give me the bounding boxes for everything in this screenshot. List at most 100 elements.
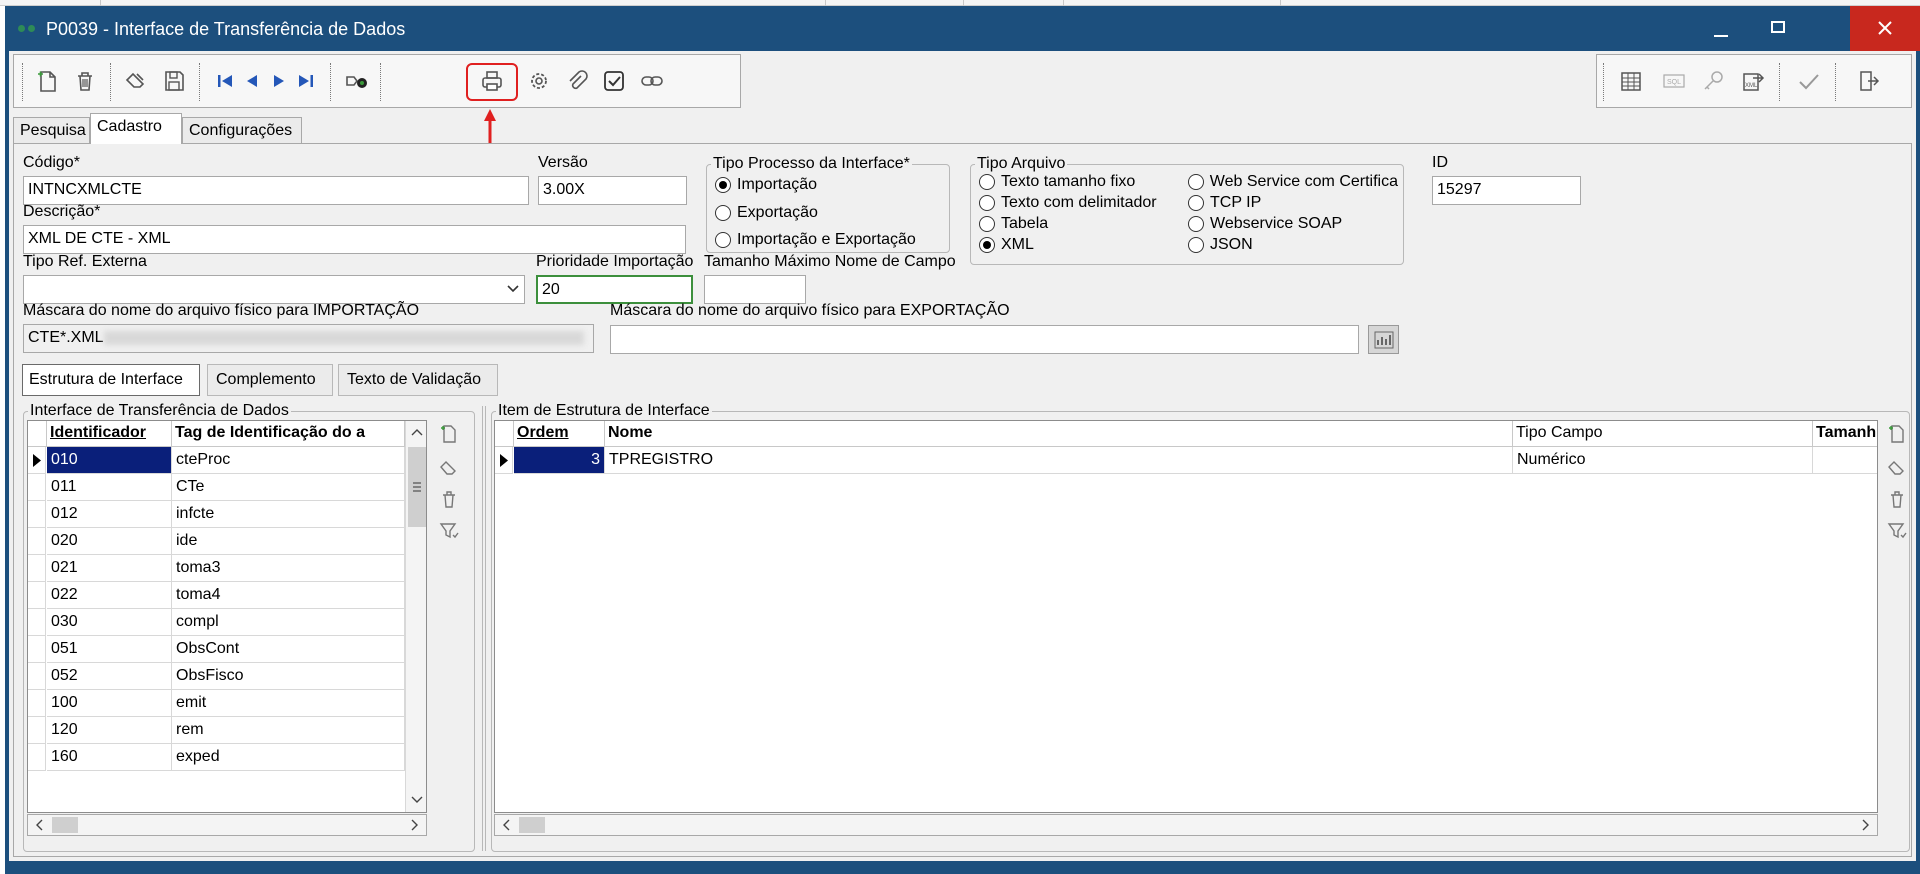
table-row[interactable]: 030 compl [28,609,405,636]
cell-tag[interactable]: emit [172,690,405,717]
col-tamanho[interactable]: Tamanh [1813,421,1877,447]
cell-tag[interactable]: ObsCont [172,636,405,663]
scroll-left-icon[interactable] [497,815,517,835]
save-button[interactable] [158,65,190,97]
cell-identificador[interactable]: 021 [47,555,172,582]
spreadsheet-button[interactable] [1615,65,1647,97]
tab-configuracoes[interactable]: Configurações [182,117,302,144]
filter-item-button[interactable] [1886,520,1908,542]
id-field[interactable]: 15297 [1432,176,1581,205]
cell-tag[interactable]: exped [172,744,405,771]
subtab-complemento[interactable]: Complemento [207,364,333,396]
minimize-button[interactable] [1692,6,1749,51]
radio-importacao[interactable]: Importação [715,176,817,194]
cell-tag[interactable]: ide [172,528,405,555]
mascara-exportacao-field[interactable] [610,325,1359,354]
scroll-left-icon[interactable] [30,815,50,835]
left-vertical-scrollbar[interactable] [405,421,426,812]
cell-tag[interactable]: cteProc [172,447,405,474]
delete-item-button[interactable] [1886,488,1908,510]
cell-identificador[interactable]: 012 [47,501,172,528]
radio-importacao-exportacao[interactable]: Importação e Exportação [715,231,916,249]
add-item-button[interactable] [1886,423,1908,445]
add-row-button[interactable] [438,423,460,445]
cell-tag[interactable]: ObsFisco [172,663,405,690]
scroll-right-icon[interactable] [404,815,424,835]
radio-exportacao[interactable]: Exportação [715,204,818,222]
cell-identificador[interactable]: 052 [47,663,172,690]
key-button[interactable] [1698,65,1730,97]
radio-xml[interactable]: XML [979,236,1034,254]
filter-button[interactable] [438,520,460,542]
right-horizontal-scrollbar[interactable] [494,814,1878,836]
cell-tag[interactable]: toma4 [172,582,405,609]
col-identificador[interactable]: Identificador [47,421,172,447]
col-nome[interactable]: Nome [605,421,1513,447]
scroll-down-icon[interactable] [407,789,426,809]
edit-row-button[interactable] [438,456,460,478]
new-button[interactable] [31,65,63,97]
table-row[interactable]: 022 toma4 [28,582,405,609]
cell-tag[interactable]: rem [172,717,405,744]
delete-row-button[interactable] [438,488,460,510]
h-scroll-thumb-right[interactable] [519,817,545,833]
subtab-estrutura[interactable]: Estrutura de Interface [22,364,200,396]
maximize-button[interactable] [1749,6,1806,51]
cell-tipo-campo[interactable]: Numérico [1513,447,1813,474]
tab-pesquisa[interactable]: Pesquisa [13,117,90,144]
left-horizontal-scrollbar[interactable] [27,814,427,836]
table-row[interactable]: 011 CTe [28,474,405,501]
table-row[interactable]: 021 toma3 [28,555,405,582]
table-row[interactable]: 3 TPREGISTRO Numérico [495,447,1877,474]
table-row[interactable]: 051 ObsCont [28,636,405,663]
table-row[interactable]: 020 ide [28,528,405,555]
radio-texto-delimitador[interactable]: Texto com delimitador [979,194,1157,212]
radio-tabela[interactable]: Tabela [979,215,1048,233]
table-row[interactable]: 120 rem [28,717,405,744]
table-row[interactable]: 160 exped [28,744,405,771]
cell-identificador[interactable]: 030 [47,609,172,636]
table-row[interactable]: 012 infcte [28,501,405,528]
scroll-up-icon[interactable] [407,423,426,443]
last-record-button[interactable] [290,65,322,97]
versao-field[interactable]: 3.00X [538,176,687,205]
prioridade-field[interactable]: 20 [536,275,693,304]
link-button[interactable] [636,65,668,97]
cell-tag[interactable]: compl [172,609,405,636]
approve-button[interactable] [1793,65,1825,97]
codigo-field[interactable]: INTNCXMLCTE [23,176,529,205]
tamanho-field[interactable] [704,275,806,304]
cell-tamanho[interactable] [1813,447,1877,474]
item-grid[interactable]: Ordem Nome Tipo Campo Tamanh 3 TPREGISTRO… [494,420,1878,813]
attach-button[interactable] [561,65,593,97]
table-row[interactable]: 100 emit [28,690,405,717]
cell-tag[interactable]: infcte [172,501,405,528]
cell-identificador[interactable]: 010 [47,447,172,474]
col-tipo-campo[interactable]: Tipo Campo [1513,421,1813,447]
search-record-button[interactable] [340,65,372,97]
cell-identificador[interactable]: 120 [47,717,172,744]
scroll-right-icon[interactable] [1855,815,1875,835]
export-xml-button[interactable]: XML [1738,65,1770,97]
cell-nome[interactable]: TPREGISTRO [605,447,1513,474]
table-row[interactable]: 052 ObsFisco [28,663,405,690]
radio-web-service-certificado[interactable]: Web Service com Certifica [1188,173,1398,191]
radio-tcp-ip[interactable]: TCP IP [1188,194,1261,212]
cell-identificador[interactable]: 011 [47,474,172,501]
exit-button[interactable] [1852,65,1884,97]
settings-button[interactable] [523,65,555,97]
tipo-ref-combo[interactable] [23,275,525,304]
title-bar[interactable]: P0039 - Interface de Transferência de Da… [5,6,1920,51]
cell-tag[interactable]: toma3 [172,555,405,582]
delete-button[interactable] [69,65,101,97]
cell-ordem[interactable]: 3 [514,447,605,474]
cell-identificador[interactable]: 020 [47,528,172,555]
sql-button[interactable]: SQL [1658,65,1690,97]
col-ordem[interactable]: Ordem [514,421,605,447]
splitter[interactable] [482,406,486,851]
cell-identificador[interactable]: 022 [47,582,172,609]
cell-identificador[interactable]: 160 [47,744,172,771]
col-tag[interactable]: Tag de Identificação do a [172,421,405,447]
chart-button[interactable] [1368,325,1399,354]
edit-button[interactable] [120,65,152,97]
